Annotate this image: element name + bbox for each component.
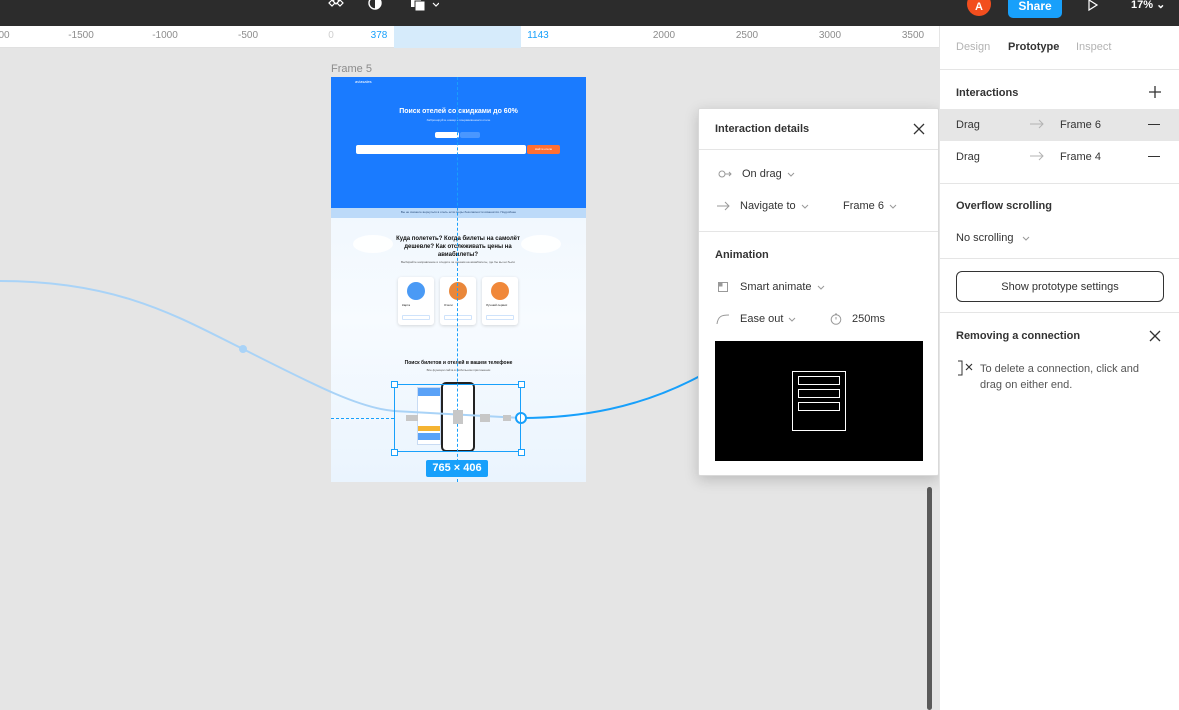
ruler-tick: 2000 [652,30,676,41]
close-icon[interactable] [912,122,926,136]
chevron-down-icon [889,200,897,212]
panel-tabs: Design Prototype Inspect [940,26,1179,70]
timer-icon [829,312,843,326]
ruler-tick: 2500 [735,30,759,41]
chevron-down-icon [801,200,809,212]
selection-size-badge: 765 × 406 [426,460,488,477]
close-icon[interactable] [1148,329,1162,343]
share-button[interactable]: Share [1008,0,1062,18]
resize-handle[interactable] [391,449,398,456]
remove-icon[interactable] [1148,124,1160,125]
overflow-title: Overflow scrolling [956,200,1052,212]
chevron-down-icon [817,281,825,293]
tab-prototype[interactable]: Prototype [1008,41,1059,53]
chevron-down-icon [787,168,795,180]
preview-frame [792,371,846,431]
arrow-right-icon [1029,118,1045,133]
ruler-tick: 3500 [901,30,925,41]
panel-divider [940,312,1179,313]
ruler-selection-highlight [394,26,521,48]
arrow-right-icon [716,199,730,213]
destination-dropdown[interactable]: Frame 6 [843,196,897,216]
action-dropdown[interactable]: Navigate to [716,196,809,216]
chevron-down-icon: ⌄ [1156,0,1166,11]
tab-inspect[interactable]: Inspect [1076,41,1111,53]
ruler-tick: -1500 [68,30,94,41]
show-prototype-settings-button[interactable]: Show prototype settings [956,271,1164,302]
preview-bar [798,402,840,411]
arrow-right-icon [1029,150,1045,165]
properties-panel: Design Prototype Inspect Interactions Dr… [939,26,1179,710]
boolean-icon[interactable] [407,0,441,13]
removing-connection-help: To delete a connection, click and drag o… [980,363,1139,391]
removing-connection-title: Removing a connection [956,330,1081,342]
resize-handle[interactable] [518,449,525,456]
ruler-tick: -1000 [152,30,178,41]
animation-type-value: Smart animate [740,281,812,293]
popup-header: Interaction details [699,109,938,150]
resize-handle[interactable] [518,381,525,388]
components-icon[interactable] [327,0,345,13]
animation-preview [715,341,923,461]
overflow-dropdown[interactable]: No scrolling [956,232,1030,244]
interactions-title: Interactions [956,87,1019,99]
animation-section-title: Animation [715,249,769,261]
duration-value: 250ms [852,313,886,325]
selection-box[interactable] [394,384,521,452]
chevron-down-icon [788,313,796,325]
duration-input[interactable]: 250ms [829,309,885,329]
animation-type-dropdown[interactable]: Smart animate [716,277,825,297]
vertical-scrollbar[interactable] [927,487,932,710]
interaction-destination: Frame 6 [1060,119,1101,131]
popup-title: Interaction details [715,123,810,135]
zoom-dropdown[interactable]: 17% ⌄ [1131,0,1165,11]
destination-value: Frame 6 [843,200,884,212]
trigger-dropdown[interactable]: On drag [718,164,795,184]
toolbar: A Share 17% ⌄ [0,0,1179,26]
tab-design[interactable]: Design [956,41,990,53]
ruler-tick: 00 [0,30,10,41]
zoom-value: 17% [1131,0,1154,11]
ruler-tick: -500 [237,30,259,41]
play-icon[interactable] [1086,0,1100,16]
interaction-row[interactable]: Drag Frame 4 [940,141,1179,173]
contrast-icon[interactable] [366,0,384,13]
ruler-tick: 3000 [818,30,842,41]
preview-bar [798,389,840,398]
panel-divider [940,258,1179,259]
easing-value: Ease out [740,313,784,325]
easing-dropdown[interactable]: Ease out [716,309,796,329]
add-icon[interactable] [1148,85,1162,99]
interaction-details-popup: Interaction details On drag Navigate to … [698,108,939,476]
preview-bar [798,376,840,385]
overflow-value: No scrolling [956,232,1014,244]
interaction-trigger: Drag [956,151,980,163]
action-value: Navigate to [740,200,796,212]
easing-curve-icon [716,312,730,326]
user-avatar[interactable]: A [967,0,991,16]
interaction-row[interactable]: Drag Frame 6 [940,109,1179,141]
interaction-trigger: Drag [956,119,980,131]
smart-animate-icon [716,280,730,294]
chevron-down-icon [1022,232,1030,244]
ruler-tick: 0 [328,30,334,41]
interaction-destination: Frame 4 [1060,151,1101,163]
trigger-value: On drag [742,168,782,180]
resize-handle[interactable] [391,381,398,388]
ruler-tick-selection-start: 378 [370,30,388,41]
popup-divider [699,231,938,232]
drag-trigger-icon [718,167,732,181]
remove-icon[interactable] [1148,156,1160,157]
panel-divider [940,183,1179,184]
disconnect-icon [957,359,977,380]
ruler-tick-selection-end: 1143 [527,30,549,41]
horizontal-ruler: 00 -1500 -1000 -500 0 378 1143 2000 2500… [0,26,939,48]
